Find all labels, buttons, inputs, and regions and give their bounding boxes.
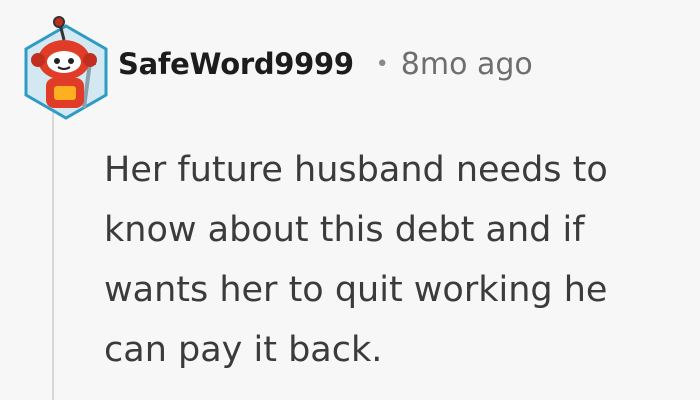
comment-body: Her future husband needs to know about t…	[104, 140, 694, 380]
comment-header: SafeWord9999 • 8mo ago	[118, 44, 533, 84]
comment-timestamp[interactable]: 8mo ago	[401, 47, 533, 82]
comment-card: SafeWord9999 • 8mo ago Her future husban…	[0, 0, 700, 400]
comment-body-line: wants her to quit working he	[104, 270, 608, 310]
snoo-robot-avatar-icon	[24, 16, 108, 120]
comment-body-line: can pay it back.	[104, 330, 383, 370]
comment-body-line: Her future husband needs to	[104, 150, 608, 190]
thread-collapse-line[interactable]	[52, 112, 54, 400]
username-link[interactable]: SafeWord9999	[118, 47, 354, 81]
meta-separator: •	[375, 51, 389, 77]
user-avatar[interactable]	[20, 12, 112, 120]
comment-body-line: know about this debt and if	[104, 210, 585, 250]
